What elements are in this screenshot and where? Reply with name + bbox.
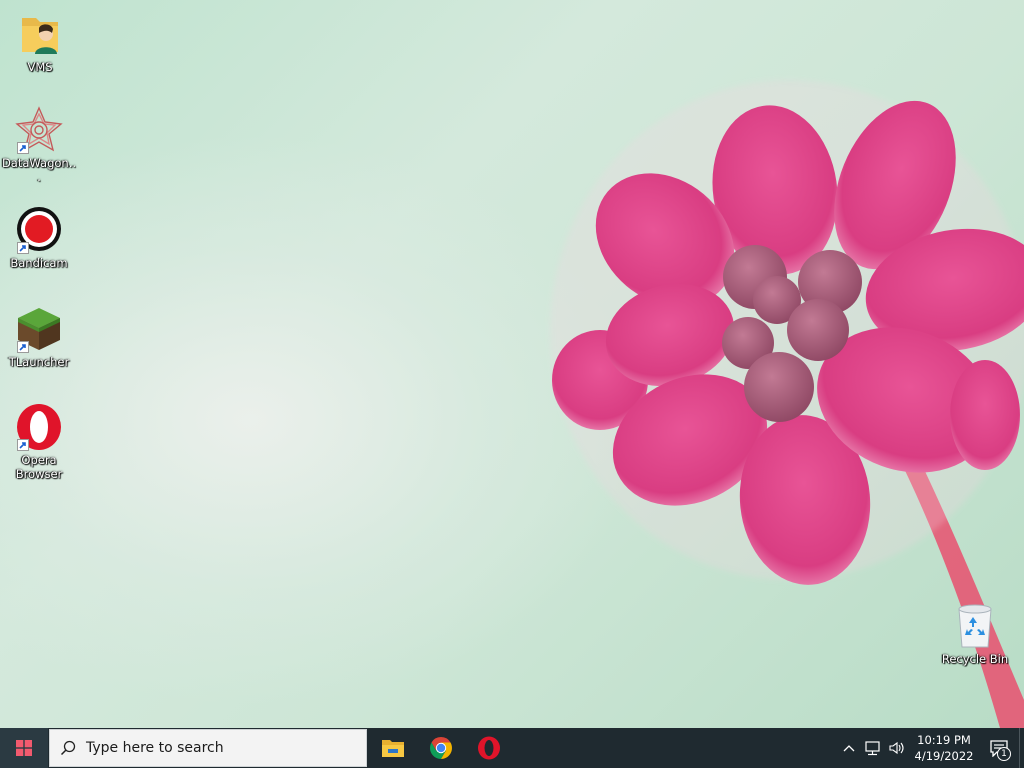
opera-icon [478,736,500,760]
search-box[interactable]: Type here to search [49,729,367,767]
notification-count-badge: 1 [997,747,1011,761]
clock-date: 4/19/2022 [914,749,974,763]
network-icon[interactable] [861,728,885,768]
desktop-icon-label: DataWagon... [1,156,77,184]
clock[interactable]: 10:19 PM 4/19/2022 [909,728,979,768]
taskbar-app-file-explorer[interactable] [369,728,417,768]
clock-time: 10:19 PM [917,733,971,747]
desktop-icon-vms[interactable]: VMS [2,10,78,74]
bandicam-icon [15,206,63,254]
chevron-up-icon[interactable] [837,728,861,768]
action-center-button[interactable]: 1 [979,728,1019,768]
desktop-icon-label: Bandicam [10,256,68,270]
shortcut-arrow-icon [17,341,29,353]
start-button[interactable] [0,728,48,768]
windows-logo-icon [16,740,32,756]
desktop-icon-datawagon[interactable]: DataWagon... [1,106,77,184]
folder-user-icon [16,10,64,58]
search-icon [50,740,86,756]
taskbar: Type here to search 10:19 PM 4/19/2022 1 [0,728,1024,768]
opera-icon [15,403,63,451]
tlauncher-grass-block-icon [15,305,63,353]
desktop[interactable]: VMS DataWagon... Bandicam TLauncher Oper… [0,0,1024,728]
system-tray: 10:19 PM 4/19/2022 1 [837,728,1024,768]
shortcut-arrow-icon [17,439,29,451]
desktop-icon-tlauncher[interactable]: TLauncher [1,305,77,369]
desktop-icon-opera-browser[interactable]: Opera Browser [1,403,77,481]
taskbar-app-opera[interactable] [465,728,513,768]
shortcut-arrow-icon [17,242,29,254]
chrome-icon [430,737,452,759]
desktop-icon-label: Opera Browser [15,453,63,481]
datawagon-icon [15,106,63,154]
shortcut-arrow-icon [17,142,29,154]
file-explorer-icon [382,740,404,757]
taskbar-app-chrome[interactable] [417,728,465,768]
desktop-icon-recycle-bin[interactable]: Recycle Bin [937,602,1013,666]
recycle-bin-icon [951,602,999,650]
desktop-icon-label: TLauncher [8,355,70,369]
show-desktop-button[interactable] [1019,728,1024,768]
desktop-icon-bandicam[interactable]: Bandicam [1,206,77,270]
desktop-icon-label: VMS [27,60,53,74]
volume-icon[interactable] [885,728,909,768]
search-placeholder: Type here to search [86,740,224,756]
desktop-icon-label: Recycle Bin [941,652,1009,666]
wallpaper-flower [550,80,1024,728]
